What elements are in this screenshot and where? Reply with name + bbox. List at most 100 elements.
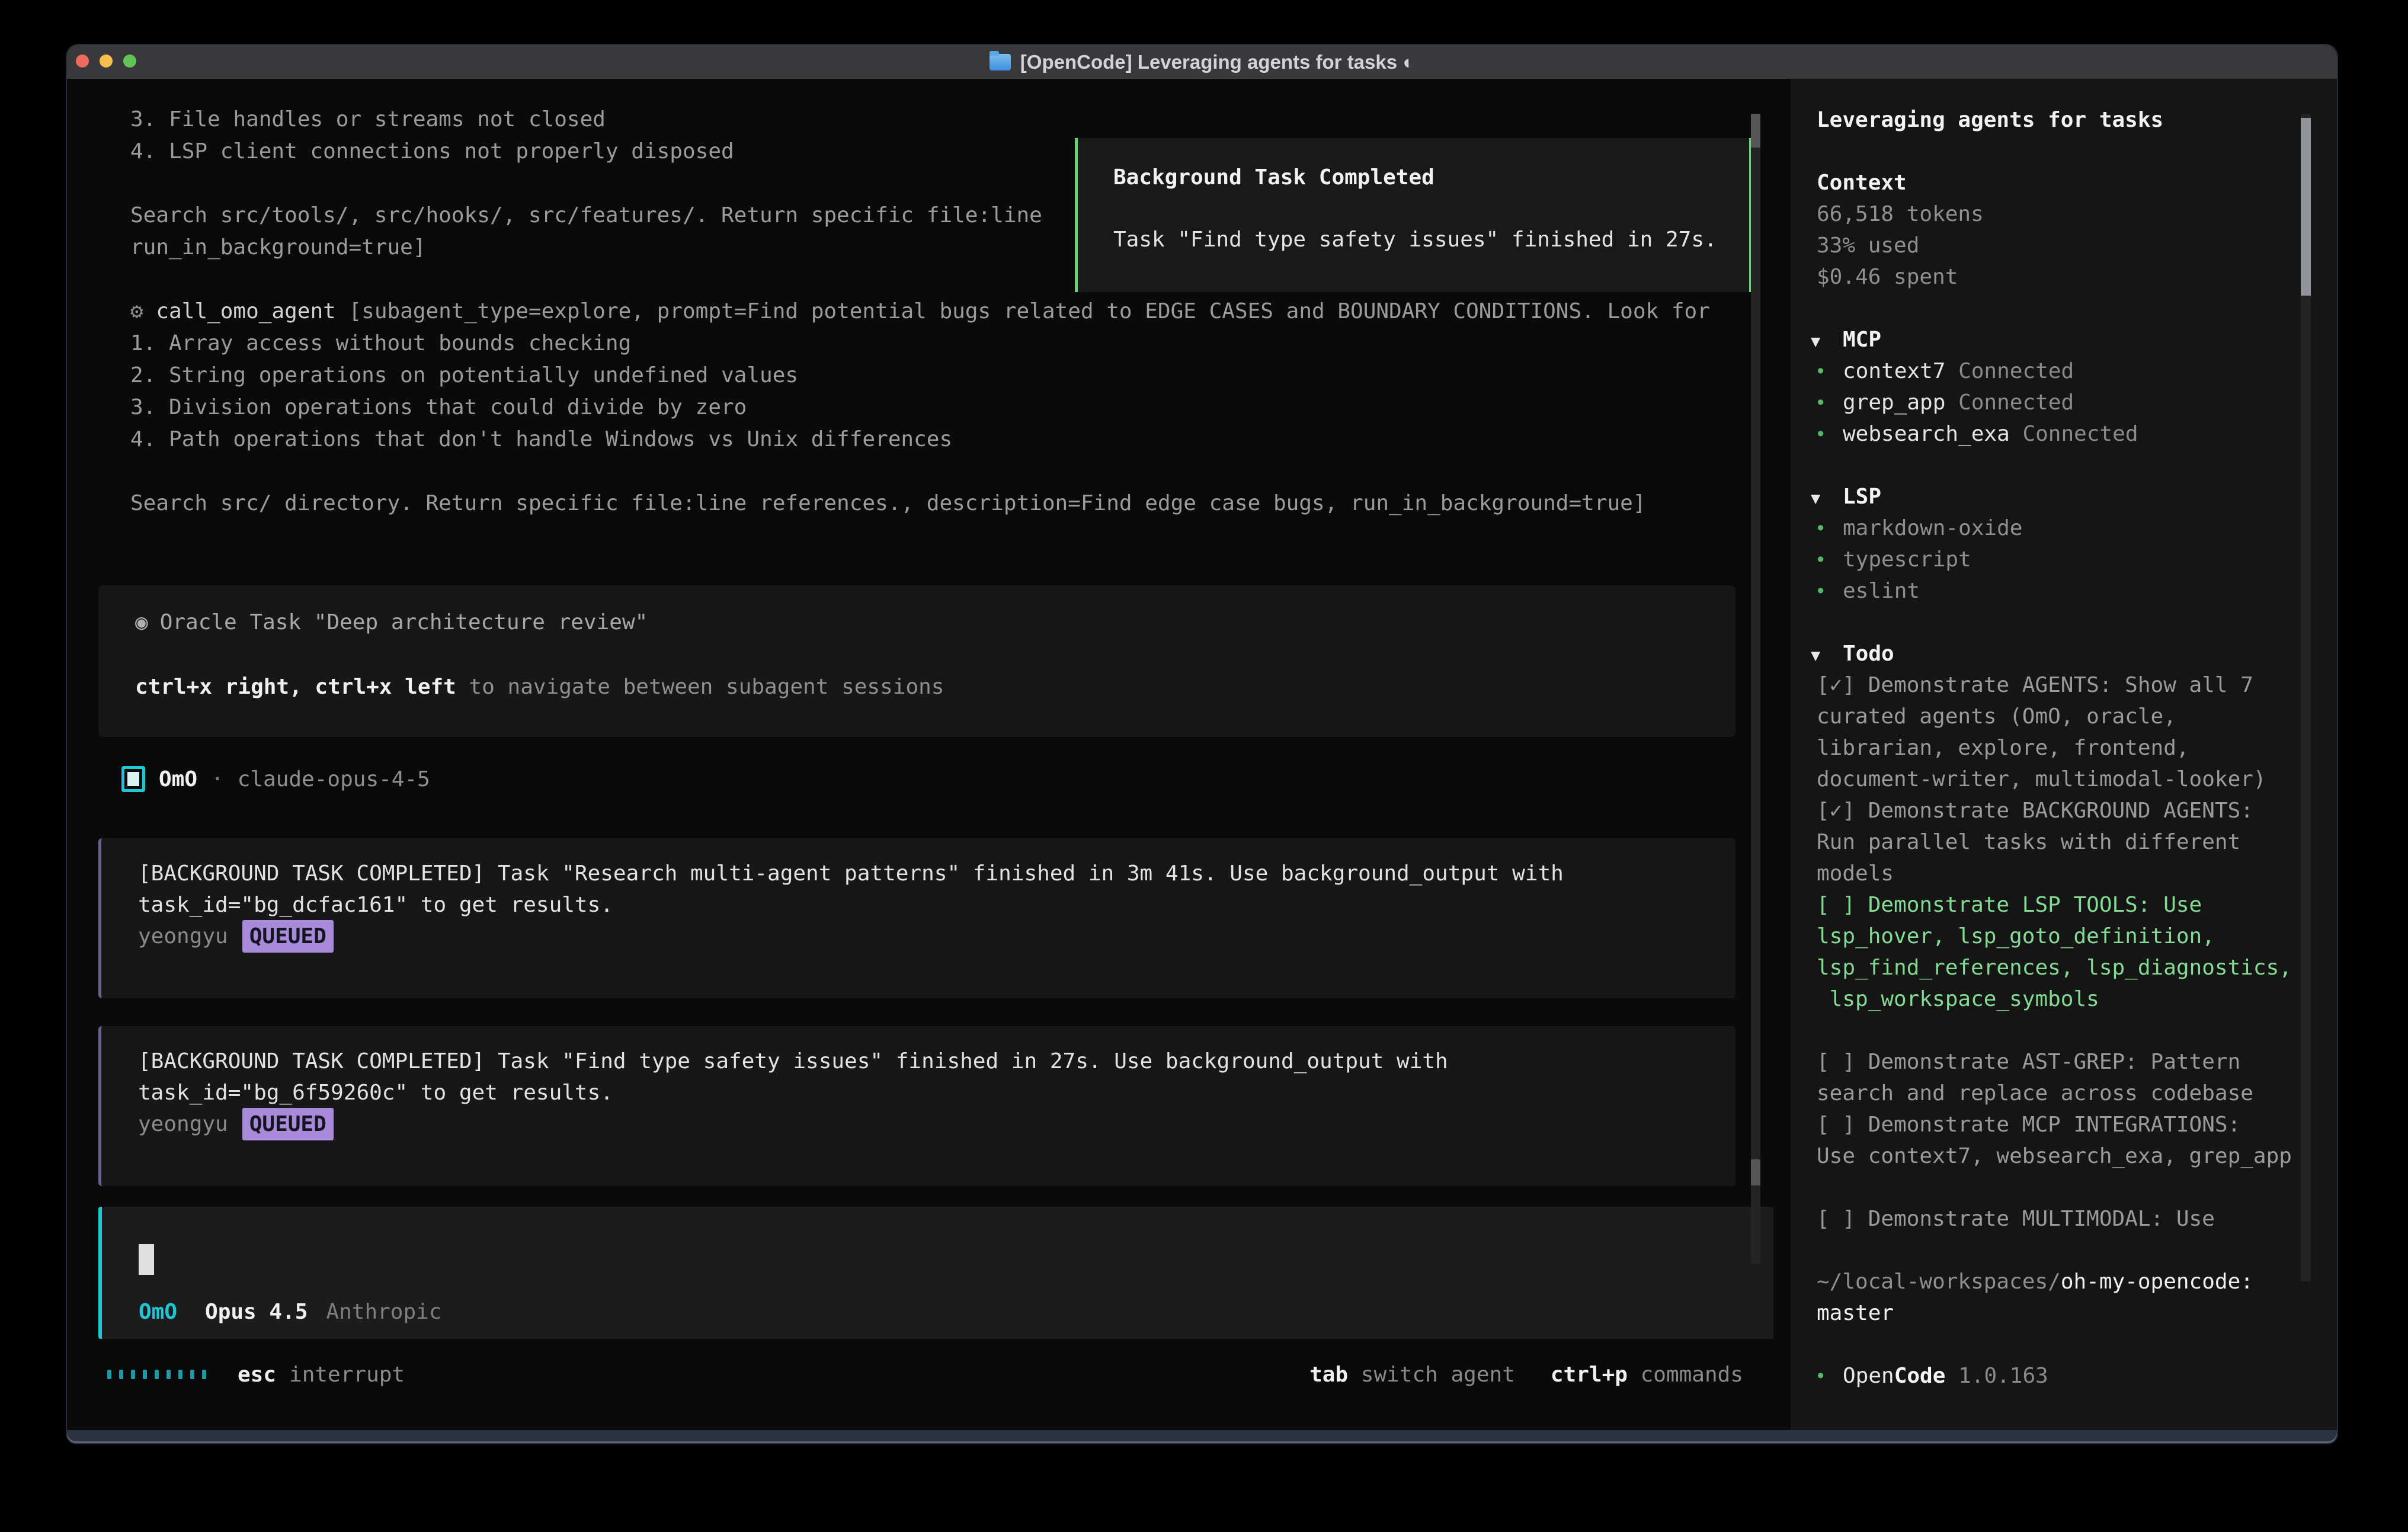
bullet-icon: •	[1815, 419, 1843, 450]
bullet-icon: •	[1815, 576, 1843, 607]
section-lsp[interactable]: ▼LSP	[1791, 481, 2337, 512]
key-ctrl-p[interactable]: ctrl+p	[1551, 1363, 1628, 1387]
context-heading: Context	[1791, 167, 2337, 198]
mcp-server-status: Connected	[2022, 422, 2138, 446]
bullet-icon: •	[1815, 1361, 1843, 1392]
app-name-bold: Code	[1894, 1364, 1946, 1388]
agent-icon	[121, 766, 145, 792]
mcp-server-name: grep_app	[1843, 390, 1945, 415]
repo-name: oh-my-opencode:	[2061, 1270, 2253, 1294]
todo-line: curated agents (OmO, oracle,	[1791, 701, 2337, 732]
input-agent-label: OmO	[139, 1300, 177, 1324]
branch-name: master	[1791, 1297, 2337, 1329]
todo-line: document-writer, multimodal-looker)	[1791, 764, 2337, 795]
main-scrollbar-thumb[interactable]	[1751, 1159, 1760, 1185]
key-tab-label: switch agent	[1361, 1363, 1515, 1387]
window-title: [OpenCode] Leveraging agents for tasks ◐	[67, 45, 2337, 79]
agent-name: OmO	[159, 767, 197, 791]
mcp-server-name: websearch_exa	[1843, 422, 2010, 446]
lsp-server-name: eslint	[1843, 579, 1920, 603]
oracle-task-title: Oracle Task "Deep architecture review"	[160, 610, 648, 634]
app-content: 3. File handles or streams not closed 4. …	[67, 79, 2337, 1430]
spinner-dot	[119, 1370, 123, 1379]
text-cursor	[139, 1244, 154, 1275]
mcp-server-name: context7	[1843, 359, 1945, 383]
task-message-line: [BACKGROUND TASK COMPLETED] Task "Find t…	[138, 1046, 1735, 1077]
spacer	[1791, 450, 2337, 481]
terminal-line: 2. String operations on potentially unde…	[130, 360, 1710, 392]
path-prefix: ~/local-workspaces/	[1817, 1270, 2061, 1294]
sidebar-scrollbar-thumb[interactable]	[2301, 118, 2311, 296]
hint-text: to navigate between subagent sessions	[456, 675, 944, 699]
key-esc-label: interrupt	[289, 1363, 405, 1387]
section-todo[interactable]: ▼Todo	[1791, 638, 2337, 669]
spinner-dots-icon	[107, 1370, 214, 1379]
task-user: yeongyu	[138, 921, 228, 952]
desktop: [OpenCode] Leveraging agents for tasks ◐…	[0, 0, 2408, 1532]
input-model-line: OmO Opus 4.5 Anthropic	[139, 1296, 442, 1328]
agent-model: claude-opus-4-5	[238, 767, 430, 791]
session-title: Leveraging agents for tasks	[1791, 104, 2337, 136]
prompt-input[interactable]: OmO Opus 4.5 Anthropic	[98, 1207, 1773, 1339]
app-name: Open	[1843, 1364, 1894, 1388]
todo-line: librarian, explore, frontend,	[1791, 732, 2337, 764]
bullet-icon: •	[1815, 544, 1843, 576]
version-line: •OpenCode 1.0.163	[1791, 1360, 2337, 1392]
input-model-label[interactable]: Opus 4.5	[205, 1300, 308, 1324]
bullet-icon: •	[1815, 356, 1843, 387]
oracle-task-card[interactable]: ◉Oracle Task "Deep architecture review" …	[98, 585, 1735, 737]
spinner-dot	[190, 1370, 194, 1379]
key-tab[interactable]: tab	[1309, 1363, 1348, 1387]
terminal-line: 3. File handles or streams not closed	[130, 104, 1710, 136]
key-ctrl-p-label: commands	[1641, 1363, 1743, 1387]
notification-title: Background Task Completed	[1113, 162, 1749, 193]
bullet-icon: •	[1815, 513, 1843, 544]
spacer	[1791, 1015, 2337, 1046]
todo-line: [✓] Demonstrate BACKGROUND AGENTS:	[1791, 795, 2337, 826]
lsp-item: •markdown-oxide	[1791, 512, 2337, 544]
background-task-message: [BACKGROUND TASK COMPLETED] Task "Resear…	[98, 838, 1735, 998]
mcp-server-status: Connected	[1958, 359, 2074, 383]
hint-keys: ctrl+x right, ctrl+x left	[135, 675, 456, 699]
spacer	[1791, 1172, 2337, 1203]
todo-line: Use context7, websearch_exa, grep_app	[1791, 1140, 2337, 1172]
terminal-line: 1. Array access without bounds checking	[130, 328, 1710, 360]
spacer	[1791, 607, 2337, 638]
spacer	[1791, 1235, 2337, 1266]
folder-icon	[990, 54, 1011, 70]
section-mcp[interactable]: ▼MCP	[1791, 324, 2337, 355]
todo-line: lsp_workspace_symbols	[1791, 983, 2337, 1015]
todo-line: lsp_find_references, lsp_diagnostics,	[1791, 952, 2337, 983]
terminal-line: 3. Division operations that could divide…	[130, 392, 1710, 424]
main-scrollbar-track[interactable]	[1751, 114, 1760, 1264]
context-stat: 33% used	[1791, 230, 2337, 261]
task-message-line: [BACKGROUND TASK COMPLETED] Task "Resear…	[138, 858, 1735, 889]
chevron-down-icon: ▼	[1811, 640, 1843, 671]
main-scrollbar-thumb[interactable]	[1751, 114, 1760, 148]
todo-line: [ ] Demonstrate MULTIMODAL: Use	[1791, 1203, 2337, 1235]
session-sidebar: Leveraging agents for tasksContext66,518…	[1791, 79, 2337, 1430]
status-badge: QUEUED	[242, 920, 334, 953]
spacer	[1791, 293, 2337, 324]
todo-line: [ ] Demonstrate AST-GREP: Pattern	[1791, 1046, 2337, 1078]
spinner-dot	[166, 1370, 171, 1379]
status-badge: QUEUED	[242, 1108, 334, 1140]
mcp-item: •context7 Connected	[1791, 355, 2337, 387]
window-titlebar[interactable]: [OpenCode] Leveraging agents for tasks ◐	[67, 45, 2337, 79]
bullet-icon: •	[1815, 387, 1843, 419]
record-icon: ◉	[135, 610, 148, 634]
background-task-notification: Background Task Completed Task "Find typ…	[1075, 138, 1752, 292]
context-stat: $0.46 spent	[1791, 261, 2337, 293]
lsp-server-name: typescript	[1843, 547, 1971, 572]
spinner-dot	[131, 1370, 135, 1379]
terminal-line: 4. Path operations that don't handle Win…	[130, 424, 1710, 456]
workspace-path: ~/local-workspaces/oh-my-opencode:	[1791, 1266, 2337, 1297]
lsp-item: •eslint	[1791, 575, 2337, 607]
key-esc[interactable]: esc	[238, 1363, 276, 1387]
todo-line: [✓] Demonstrate AGENTS: Show all 7	[1791, 669, 2337, 701]
background-task-message: [BACKGROUND TASK COMPLETED] Task "Find t…	[98, 1026, 1735, 1186]
terminal-line	[130, 456, 1710, 488]
todo-line: models	[1791, 858, 2337, 889]
task-user: yeongyu	[138, 1108, 228, 1140]
todo-line: [ ] Demonstrate MCP INTEGRATIONS:	[1791, 1109, 2337, 1140]
